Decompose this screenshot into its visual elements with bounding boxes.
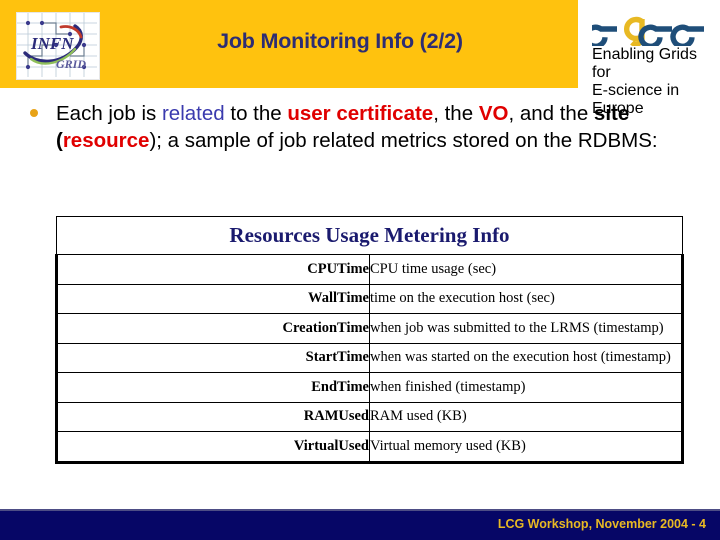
bullet-seg-user-certificate: user certificate (287, 102, 434, 125)
bullet-seg-5: , the (433, 102, 479, 125)
table-row: RAMUsed RAM used (KB) (55, 401, 684, 432)
table-row: VirtualUsed Virtual memory used (KB) (55, 431, 684, 464)
page-title: Job Monitoring Info (2/2) (217, 29, 463, 53)
infn-grid-logo-graphic: INFN GRID (17, 13, 97, 77)
metric-name-cell: CreationTime (55, 313, 370, 344)
table-caption-row: Resources Usage Metering Info (56, 216, 683, 255)
metric-name-cell: CPUTime (55, 254, 370, 285)
bullet-seg-3: to the (224, 102, 288, 125)
bullet-list-item: Each job is related to the user certific… (30, 100, 694, 154)
bullet-seg-11: ); a sample of job related metrics store… (149, 129, 658, 152)
metric-name-cell: WallTime (55, 283, 370, 314)
metric-description-cell: when was started on the execution host (… (369, 342, 684, 373)
bullet-text: Each job is related to the user certific… (56, 100, 694, 154)
bullet-seg-related: related (161, 102, 225, 125)
metric-name-cell: RAMUsed (55, 401, 370, 432)
svg-text:GRID: GRID (56, 57, 86, 71)
bullet-seg-resource: resource (62, 129, 150, 152)
egee-logo: Enabling Grids for E-science in Europe (592, 12, 712, 117)
table-caption: Resources Usage Metering Info (56, 216, 683, 255)
metric-description-cell: RAM used (KB) (369, 401, 684, 432)
bullet-seg-open-paren: ( (56, 129, 63, 152)
metrics-table: Resources Usage Metering Info CPUTime CPU… (55, 216, 684, 464)
footer-text: LCG Workshop, November 2004 - 4 (497, 517, 706, 531)
bullet-seg-vo: VO (478, 102, 509, 125)
metric-description-cell: time on the execution host (sec) (369, 283, 684, 314)
footer-bar: LCG Workshop, November 2004 - 4 (0, 509, 720, 540)
metric-description-cell: CPU time usage (sec) (369, 254, 684, 285)
table-row: CPUTime CPU time usage (sec) (55, 254, 684, 285)
metrics-table-container: Resources Usage Metering Info CPUTime CPU… (55, 216, 684, 464)
table-row: EndTime when finished (timestamp) (55, 372, 684, 403)
metric-name-cell: VirtualUsed (55, 431, 370, 464)
egee-tagline-line1: Enabling Grids for (592, 46, 697, 81)
egee-wordmark (592, 16, 704, 46)
table-row: WallTime time on the execution host (sec) (55, 283, 684, 314)
metric-name-cell: EndTime (55, 372, 370, 403)
table-row: StartTime when was started on the executi… (55, 342, 684, 373)
bullet-seg-7: , and the (508, 102, 594, 125)
infn-grid-logo: INFN GRID (16, 12, 100, 80)
bullet-block: Each job is related to the user certific… (30, 100, 694, 154)
metric-description-cell: when finished (timestamp) (369, 372, 684, 403)
bullet-seg-site: site (593, 102, 630, 125)
bullet-dot-icon (30, 109, 38, 117)
table-row: CreationTime when job was submitted to th… (55, 313, 684, 344)
metric-description-cell: Virtual memory used (KB) (369, 431, 684, 464)
svg-text:INFN: INFN (30, 34, 74, 53)
bullet-seg-1: Each job is (56, 102, 162, 125)
metric-description-cell: when job was submitted to the LRMS (time… (369, 313, 684, 344)
metric-name-cell: StartTime (55, 342, 370, 373)
